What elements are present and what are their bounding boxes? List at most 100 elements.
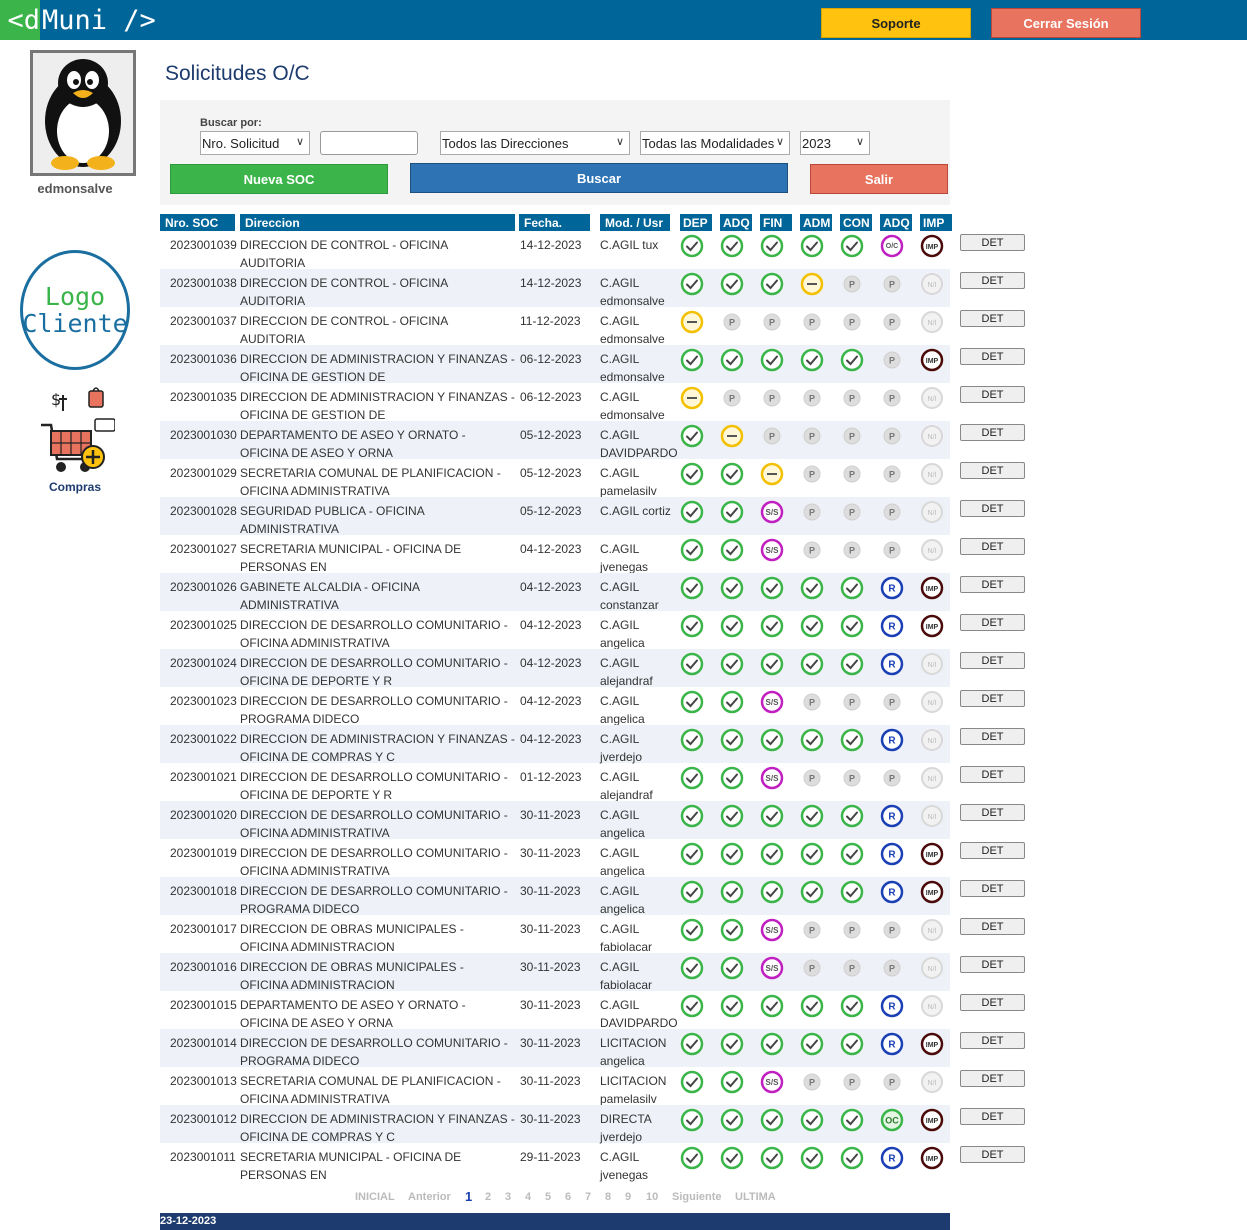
check-circle-icon[interactable] [840, 652, 864, 676]
pending-p-icon[interactable]: P [880, 956, 904, 980]
pending-p-icon[interactable]: P [760, 310, 784, 334]
check-circle-icon[interactable] [760, 234, 784, 258]
ss-status-icon[interactable]: S/S [760, 1070, 784, 1094]
check-circle-icon[interactable] [720, 538, 744, 562]
check-circle-icon[interactable] [680, 994, 704, 1018]
pending-circle-icon[interactable] [760, 462, 784, 486]
r-status-icon[interactable]: R [880, 614, 904, 638]
check-circle-icon[interactable] [720, 918, 744, 942]
not-issued-icon[interactable]: N/I [920, 994, 944, 1018]
soporte-button[interactable]: Soporte [821, 8, 971, 38]
imp-status-icon[interactable]: IMP [920, 234, 944, 258]
check-circle-icon[interactable] [840, 994, 864, 1018]
det-button[interactable]: DET [960, 1070, 1025, 1087]
not-issued-icon[interactable]: N/I [920, 804, 944, 828]
check-circle-icon[interactable] [800, 842, 824, 866]
check-circle-icon[interactable] [720, 690, 744, 714]
ss-status-icon[interactable]: S/S [760, 690, 784, 714]
det-button[interactable]: DET [960, 386, 1025, 403]
not-issued-icon[interactable]: N/I [920, 652, 944, 676]
check-circle-icon[interactable] [800, 348, 824, 372]
check-circle-icon[interactable] [840, 614, 864, 638]
r-status-icon[interactable]: R [880, 576, 904, 600]
pager-anterior[interactable]: Anterior [408, 1191, 451, 1203]
oc-approved-icon[interactable]: O/C [880, 234, 904, 258]
direcciones-select[interactable]: Todos las Direcciones ∨ [440, 131, 630, 155]
pending-p-icon[interactable]: P [880, 538, 904, 562]
det-button[interactable]: DET [960, 424, 1025, 441]
imp-status-icon[interactable]: IMP [920, 1032, 944, 1056]
check-circle-icon[interactable] [760, 348, 784, 372]
check-circle-icon[interactable] [720, 462, 744, 486]
compras-link[interactable]: $ Compras [30, 385, 120, 494]
imp-status-icon[interactable]: IMP [920, 1108, 944, 1132]
pending-p-icon[interactable]: P [840, 462, 864, 486]
pending-circle-icon[interactable] [680, 386, 704, 410]
check-circle-icon[interactable] [680, 576, 704, 600]
pager-page[interactable]: 6 [565, 1191, 571, 1203]
pending-p-icon[interactable]: P [800, 538, 824, 562]
det-button[interactable]: DET [960, 310, 1025, 327]
check-circle-icon[interactable] [680, 234, 704, 258]
pending-p-icon[interactable]: P [840, 956, 864, 980]
not-issued-icon[interactable]: N/I [920, 690, 944, 714]
imp-status-icon[interactable]: IMP [920, 1146, 944, 1170]
not-issued-icon[interactable]: N/I [920, 424, 944, 448]
ss-status-icon[interactable]: S/S [760, 956, 784, 980]
pager-page[interactable]: 3 [505, 1191, 511, 1203]
check-circle-icon[interactable] [720, 348, 744, 372]
pending-p-icon[interactable]: P [840, 500, 864, 524]
r-status-icon[interactable]: R [880, 1146, 904, 1170]
not-issued-icon[interactable]: N/I [920, 918, 944, 942]
pending-p-icon[interactable]: P [800, 956, 824, 980]
check-circle-icon[interactable] [680, 538, 704, 562]
pending-p-icon[interactable]: P [880, 424, 904, 448]
check-circle-icon[interactable] [720, 728, 744, 752]
check-circle-icon[interactable] [680, 842, 704, 866]
not-issued-icon[interactable]: N/I [920, 462, 944, 486]
ss-status-icon[interactable]: S/S [760, 500, 784, 524]
pending-p-icon[interactable]: P [840, 538, 864, 562]
check-circle-icon[interactable] [720, 234, 744, 258]
pending-p-icon[interactable]: P [840, 690, 864, 714]
check-circle-icon[interactable] [840, 576, 864, 600]
pending-p-icon[interactable]: P [880, 690, 904, 714]
check-circle-icon[interactable] [680, 500, 704, 524]
check-circle-icon[interactable] [760, 576, 784, 600]
check-circle-icon[interactable] [680, 272, 704, 296]
check-circle-icon[interactable] [680, 728, 704, 752]
check-circle-icon[interactable] [720, 956, 744, 980]
buscar-por-select[interactable]: Nro. Solicitud ∨ [200, 131, 310, 155]
det-button[interactable]: DET [960, 918, 1025, 935]
check-circle-icon[interactable] [680, 918, 704, 942]
check-circle-icon[interactable] [840, 804, 864, 828]
det-button[interactable]: DET [960, 1146, 1025, 1163]
pager-page[interactable]: 5 [545, 1191, 551, 1203]
pending-p-icon[interactable]: P [760, 386, 784, 410]
pending-p-icon[interactable]: P [880, 310, 904, 334]
check-circle-icon[interactable] [680, 880, 704, 904]
check-circle-icon[interactable] [840, 880, 864, 904]
det-button[interactable]: DET [960, 538, 1025, 555]
check-circle-icon[interactable] [840, 842, 864, 866]
pending-p-icon[interactable]: P [880, 386, 904, 410]
pager-page[interactable]: 2 [485, 1191, 491, 1203]
det-button[interactable]: DET [960, 728, 1025, 745]
pending-p-icon[interactable]: P [840, 918, 864, 942]
check-circle-icon[interactable] [720, 994, 744, 1018]
r-status-icon[interactable]: R [880, 842, 904, 866]
not-issued-icon[interactable]: N/I [920, 272, 944, 296]
check-circle-icon[interactable] [680, 956, 704, 980]
check-circle-icon[interactable] [800, 994, 824, 1018]
not-issued-icon[interactable]: N/I [920, 310, 944, 334]
ss-status-icon[interactable]: S/S [760, 766, 784, 790]
check-circle-icon[interactable] [800, 614, 824, 638]
det-button[interactable]: DET [960, 348, 1025, 365]
check-circle-icon[interactable] [680, 1108, 704, 1132]
det-button[interactable]: DET [960, 842, 1025, 859]
det-button[interactable]: DET [960, 804, 1025, 821]
det-button[interactable]: DET [960, 994, 1025, 1011]
pager-inicial[interactable]: INICIAL [355, 1191, 395, 1203]
det-button[interactable]: DET [960, 652, 1025, 669]
r-status-icon[interactable]: R [880, 804, 904, 828]
